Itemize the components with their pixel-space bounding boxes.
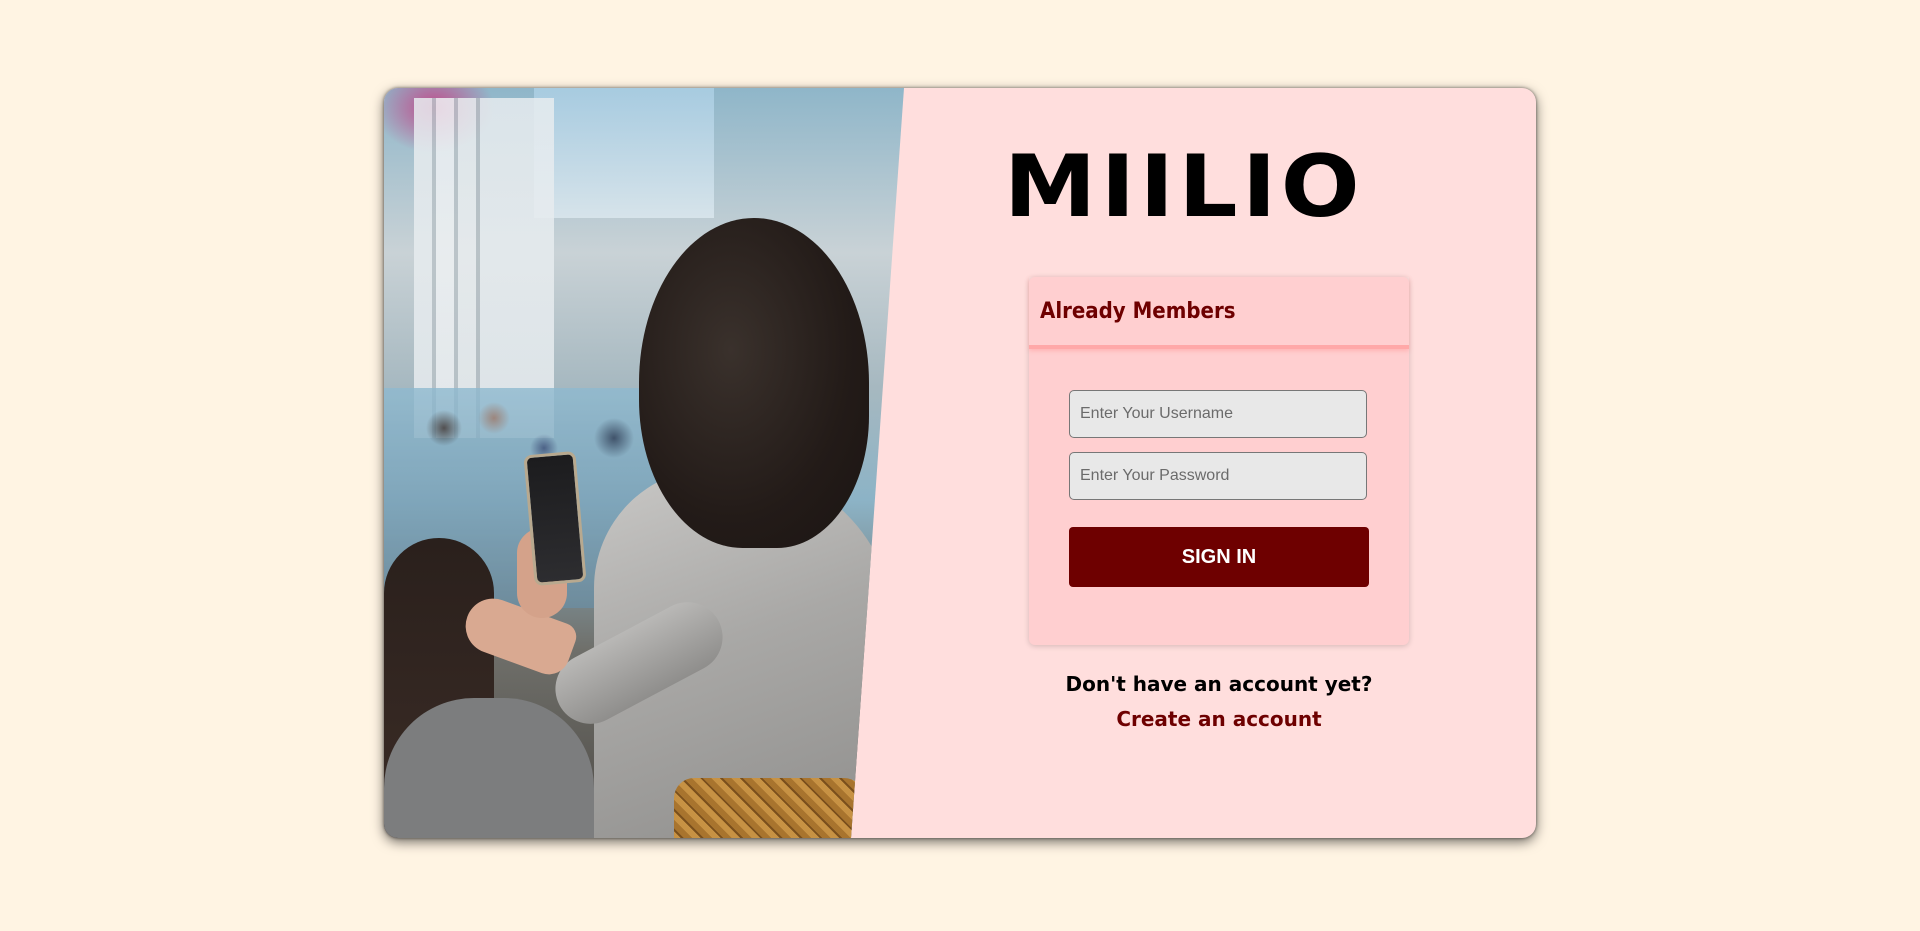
login-card: MIILIO Already Members SIGN IN Don't hav… — [384, 88, 1536, 838]
username-input[interactable] — [1069, 390, 1367, 438]
sign-in-button[interactable]: SIGN IN — [1069, 527, 1369, 587]
login-form-header: Already Members — [1029, 277, 1409, 349]
photo-background-person-shoulder — [384, 698, 594, 838]
hero-photo — [384, 88, 904, 838]
photo-building — [414, 98, 554, 438]
create-account-link[interactable]: Create an account — [1004, 707, 1434, 731]
signup-prompt: Don't have an account yet? — [1065, 672, 1373, 696]
photo-basket — [674, 778, 864, 838]
password-input[interactable] — [1069, 452, 1367, 500]
photo-sky — [534, 88, 714, 218]
login-form-title: Already Members — [1040, 299, 1236, 324]
brand-logo: MIILIO — [1003, 137, 1365, 237]
login-form: Already Members SIGN IN — [1029, 277, 1409, 645]
photo-woman-hair — [639, 218, 869, 548]
